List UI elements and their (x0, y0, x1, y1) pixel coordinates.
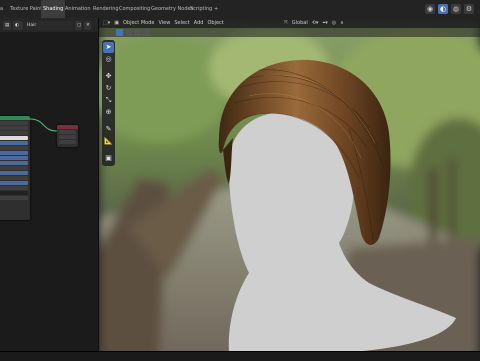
3d-viewport[interactable]: ⬚▾ ▣ Object Mode View Select Add Object … (99, 18, 480, 360)
snap-icon[interactable]: ⌖▾ (322, 20, 327, 26)
proportional-falloff-icon[interactable]: ∧ (340, 20, 344, 26)
rotate-icon[interactable]: ↻ (103, 83, 114, 94)
tab-partial[interactable]: a (0, 0, 3, 18)
node-link (29, 118, 58, 132)
viewport-scene (99, 18, 480, 360)
editor-type-icon[interactable]: ⬚▾ (103, 20, 110, 26)
tab-compositing[interactable]: Compositing (119, 0, 150, 18)
workspace-bar: a Texture Paint Shading Animation Render… (0, 0, 480, 19)
eye-icon[interactable]: ◉ (425, 4, 435, 14)
annotate-icon[interactable]: ✎ (103, 124, 114, 135)
select-extend-icon[interactable] (125, 29, 132, 36)
gear-icon[interactable]: ⚙ (464, 4, 474, 14)
transform-orientation-dropdown[interactable]: Global (292, 20, 308, 26)
scale-icon[interactable]: ⤡ (103, 95, 114, 106)
shading-material-icon[interactable]: ◍ (451, 4, 461, 14)
tab-shading[interactable]: Shading (41, 0, 66, 18)
menu-add[interactable]: Add (194, 20, 204, 26)
cursor-icon[interactable]: ◎ (103, 54, 114, 65)
add-workspace-button[interactable]: + (214, 0, 218, 18)
topbar-right-icons: ◉ ◐ ◍ ⚙ (425, 3, 474, 15)
add-cube-icon[interactable]: ▣ (103, 153, 114, 164)
viewport-header: ⬚▾ ▣ Object Mode View Select Add Object … (99, 18, 480, 28)
object-mode-icon: ▣ (114, 20, 119, 26)
select-cursor-icon[interactable]: ➤ (103, 42, 114, 53)
select-invert-icon[interactable] (143, 29, 150, 36)
shader-node-editor[interactable]: ▤ ◐ Hair ▢ ✕ (0, 18, 99, 360)
menu-select[interactable]: Select (174, 20, 189, 26)
select-subtract-icon[interactable] (134, 29, 141, 36)
mode-selector[interactable]: Object Mode (123, 20, 155, 26)
transform-icon[interactable]: ⊕ (103, 107, 114, 118)
menu-object[interactable]: Object (207, 20, 223, 26)
menu-view[interactable]: View (158, 20, 170, 26)
tab-animation[interactable]: Animation (65, 0, 91, 18)
transform-orientation-icon: ⤧ (283, 20, 288, 26)
tab-rendering[interactable]: Rendering (93, 0, 119, 18)
shading-solid-icon[interactable]: ◐ (438, 4, 448, 14)
move-icon[interactable]: ✥ (103, 71, 114, 82)
tab-texture-paint[interactable]: Texture Paint (10, 0, 42, 18)
tab-scripting[interactable]: Scripting (190, 0, 212, 18)
select-box-mode-icon[interactable] (116, 29, 123, 36)
measure-icon[interactable]: 📐 (103, 136, 114, 147)
tab-geometry-nodes[interactable]: Geometry Nodes (151, 0, 193, 18)
viewport-subheader (99, 28, 480, 37)
proportional-editing-icon[interactable]: ◎ (332, 20, 336, 26)
tool-shelf: ➤ ◎ ✥ ↻ ⤡ ⊕ ✎ 📐 ▣ (102, 40, 115, 166)
pivot-icon[interactable]: ⟲▾ (312, 20, 319, 26)
